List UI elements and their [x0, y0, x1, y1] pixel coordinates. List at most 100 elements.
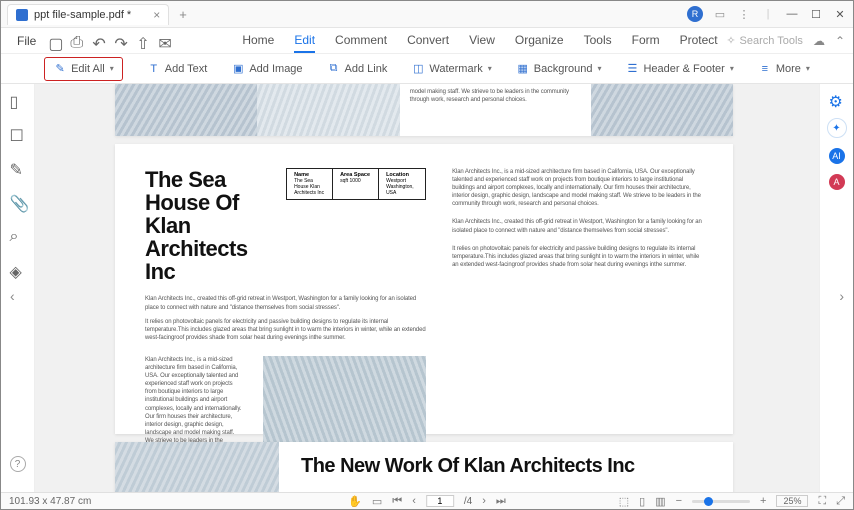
ai-assistant-icon[interactable]: A: [829, 174, 845, 190]
watermark-icon: ◫: [411, 62, 425, 76]
zoom-slider[interactable]: [692, 500, 750, 503]
page[interactable]: The Sea House Of Klan Architects Inc Nam…: [115, 144, 733, 434]
ai-icon[interactable]: AI: [829, 148, 845, 164]
document-tab[interactable]: ppt file-sample.pdf * ×: [7, 4, 169, 25]
thumbnails-icon[interactable]: ▯: [10, 92, 26, 108]
background-button[interactable]: ▦ Background ▾: [516, 62, 602, 76]
edit-all-button[interactable]: ✎ Edit All ▾: [44, 57, 123, 81]
info-table: NameThe Sea House Klan Architects Inc Ar…: [286, 168, 426, 200]
fullscreen-icon[interactable]: ⤢: [836, 495, 845, 508]
tab-edit[interactable]: Edit: [294, 29, 315, 53]
single-page-icon[interactable]: ▯: [639, 495, 645, 508]
background-icon: ▦: [516, 62, 530, 76]
building-image: [257, 84, 399, 136]
link-icon: ⧉: [327, 62, 341, 76]
header-footer-icon: ☰: [625, 62, 639, 76]
body-text: Klan Architects Inc., created this off-g…: [452, 218, 703, 234]
cursor-coords: 101.93 x 47.87 cm: [9, 496, 91, 507]
close-tab-icon[interactable]: ×: [153, 8, 160, 22]
caret-icon: ▾: [597, 64, 601, 73]
maximize-button[interactable]: ☐: [809, 7, 823, 21]
bookmarks-icon[interactable]: ☐: [10, 126, 26, 142]
properties-icon[interactable]: ⚙: [829, 92, 845, 108]
magic-icon: ✧: [726, 34, 735, 47]
search-tools[interactable]: ✧ Search Tools: [726, 34, 803, 47]
file-menu[interactable]: File: [9, 31, 44, 51]
tab-organize[interactable]: Organize: [515, 29, 564, 53]
page-heading: The New Work Of Klan Architects Inc: [301, 456, 711, 477]
close-window-button[interactable]: ✕: [833, 7, 847, 21]
divider: |: [761, 7, 775, 21]
next-page-icon[interactable]: ›: [482, 495, 486, 507]
caret-icon: ▾: [806, 64, 810, 73]
attachments-icon[interactable]: 📎: [10, 194, 26, 210]
page-fragment-top: model making staff. We strieve to be lea…: [115, 84, 733, 136]
help-icon[interactable]: ?: [10, 456, 26, 472]
layers-icon[interactable]: ◈: [10, 262, 26, 278]
select-tool-icon[interactable]: ▭: [372, 495, 382, 508]
tab-home[interactable]: Home: [242, 29, 274, 53]
text-icon: T: [147, 62, 161, 76]
next-page-arrow[interactable]: ›: [839, 288, 844, 304]
translate-icon[interactable]: ✦: [827, 118, 847, 138]
add-image-button[interactable]: ▣ Add Image: [231, 62, 302, 76]
zoom-out-icon[interactable]: −: [676, 495, 682, 507]
building-image: [115, 84, 257, 136]
building-image: [115, 442, 279, 492]
page-total: /4: [464, 496, 472, 507]
first-page-icon[interactable]: ⏮: [392, 495, 402, 508]
main-tabs: Home Edit Comment Convert View Organize …: [242, 29, 717, 53]
more-icon: ≡: [758, 62, 772, 76]
header-footer-button[interactable]: ☰ Header & Footer ▾: [625, 62, 733, 76]
collapse-ribbon-icon[interactable]: ⌃: [835, 34, 845, 48]
redo-icon[interactable]: ↷: [114, 34, 128, 48]
prev-page-icon[interactable]: ‹: [412, 495, 416, 507]
cloud-icon[interactable]: ☁: [813, 34, 825, 48]
print-icon[interactable]: ⎙: [70, 34, 84, 48]
tab-form[interactable]: Form: [632, 29, 660, 53]
prev-page-arrow[interactable]: ‹: [10, 288, 15, 304]
body-text: Klan Architects Inc., is a mid-sized arc…: [452, 168, 703, 208]
tab-convert[interactable]: Convert: [407, 29, 449, 53]
save-icon[interactable]: ▢: [48, 34, 62, 48]
last-page-icon[interactable]: ⏭: [496, 495, 506, 508]
body-text: It relies on photovoltaic panels for ele…: [145, 318, 426, 342]
message-icon[interactable]: ▭: [713, 7, 727, 21]
tab-tools[interactable]: Tools: [584, 29, 612, 53]
add-text-button[interactable]: T Add Text: [147, 62, 208, 76]
email-icon[interactable]: ✉: [158, 34, 172, 48]
share-icon[interactable]: ⇧: [136, 34, 150, 48]
tab-filename: ppt file-sample.pdf *: [34, 9, 131, 21]
more-button[interactable]: ≡ More ▾: [758, 62, 810, 76]
fit-width-icon[interactable]: ⬚: [619, 495, 629, 508]
kebab-menu-icon[interactable]: ⋮: [737, 7, 751, 21]
tab-protect[interactable]: Protect: [680, 29, 718, 53]
page-heading: The Sea House Of Klan Architects Inc: [145, 168, 274, 283]
zoom-in-icon[interactable]: +: [760, 495, 766, 507]
body-text: Klan Architects Inc., created this off-g…: [145, 295, 426, 311]
pdf-icon: [16, 9, 28, 21]
search-panel-icon[interactable]: ⌕: [10, 228, 26, 244]
user-avatar[interactable]: R: [687, 6, 703, 22]
comments-icon[interactable]: ✎: [10, 160, 26, 176]
building-image: [591, 84, 733, 136]
caret-icon: ▾: [110, 64, 114, 73]
fit-page-icon[interactable]: ⛶: [818, 495, 826, 508]
continuous-icon[interactable]: ▥: [655, 495, 665, 508]
caret-icon: ▾: [488, 64, 492, 73]
tab-view[interactable]: View: [469, 29, 495, 53]
add-link-button[interactable]: ⧉ Add Link: [327, 62, 388, 76]
undo-icon[interactable]: ↶: [92, 34, 106, 48]
hand-tool-icon[interactable]: ✋: [348, 495, 362, 508]
zoom-value[interactable]: 25%: [776, 495, 808, 507]
watermark-button[interactable]: ◫ Watermark ▾: [411, 62, 491, 76]
image-icon: ▣: [231, 62, 245, 76]
pencil-icon: ✎: [53, 62, 67, 76]
body-text: It relies on photovoltaic panels for ele…: [452, 245, 703, 269]
minimize-button[interactable]: —: [785, 7, 799, 21]
tab-comment[interactable]: Comment: [335, 29, 387, 53]
new-tab-button[interactable]: +: [179, 7, 187, 22]
page-fragment-bottom: The New Work Of Klan Architects Inc: [115, 442, 733, 492]
caret-icon: ▾: [730, 64, 734, 73]
page-number-input[interactable]: [426, 495, 454, 507]
